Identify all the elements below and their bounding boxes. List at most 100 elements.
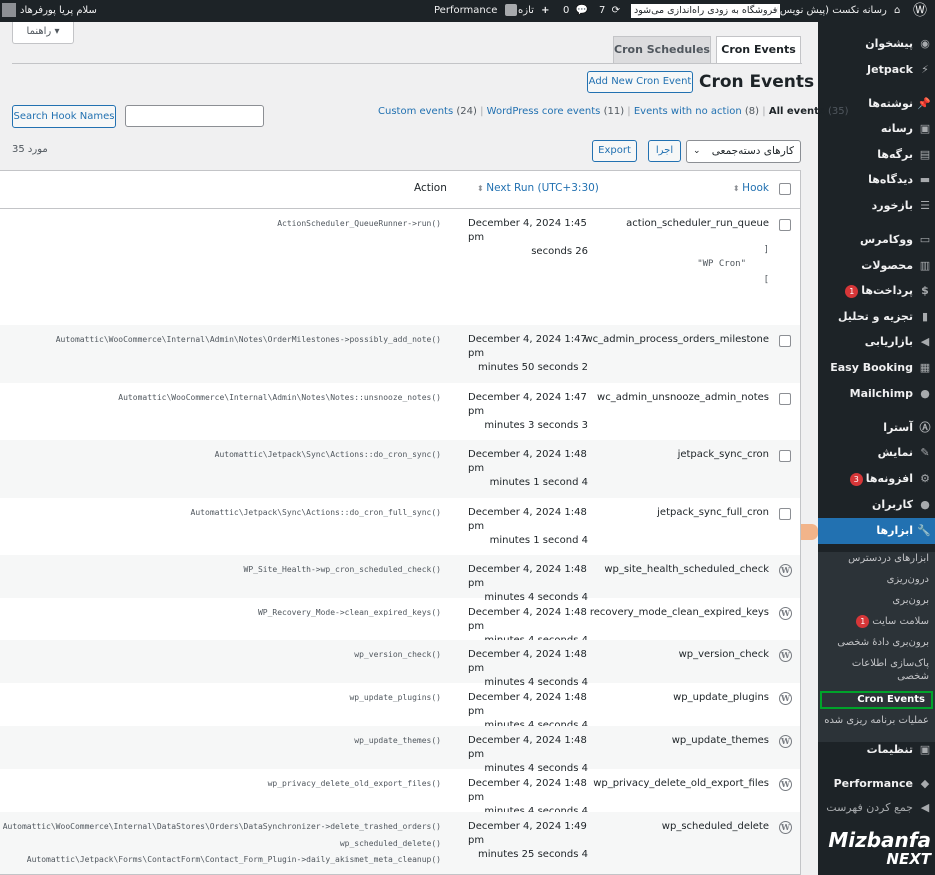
performance-label: Performance (434, 5, 498, 16)
hook-name: wp_update_themes (671, 735, 769, 746)
submenu-scheduled-actions[interactable]: عملیات برنامه ریزی شده (818, 714, 935, 727)
row-checkbox[interactable] (779, 219, 791, 231)
menu-item-users[interactable]: ● کاربران (818, 493, 935, 517)
select-all-checkbox[interactable] (779, 183, 791, 195)
next-run-date: December 4, 2024 1:48 pm (468, 692, 587, 717)
menu-item-marketing[interactable]: ◀ بازاریابی (818, 330, 935, 354)
next-run-date: December 4, 2024 1:48 pm (468, 649, 587, 674)
action-callback: Automattic\Jetpack\Forms\ContactForm\Con… (26, 855, 441, 864)
menu-item-products[interactable]: ▥ محصولات (818, 254, 935, 278)
table-row: wc_admin_process_orders_milestone Decembe… (0, 325, 800, 383)
filter-core-events[interactable]: WordPress core events (11) (487, 106, 624, 117)
submenu-import[interactable]: درون‌ریزی (818, 573, 935, 586)
submenu-export[interactable]: برون‌بری (818, 594, 935, 607)
page-title: Cron Events (699, 72, 815, 92)
next-run-date: December 4, 2024 1:48 pm (468, 778, 587, 803)
bulk-actions-select[interactable]: کارهای دسته‌جمعی ⌄ (686, 140, 801, 163)
action-callback: wp_update_themes() (354, 736, 441, 745)
table-row: Wwp_update_themes December 4, 2024 1:48 p… (0, 726, 800, 774)
wordpress-logo-icon[interactable]: Ⓦ (905, 0, 935, 22)
row-checkbox[interactable] (779, 335, 791, 347)
menu-item-jetpack[interactable]: ⚡ Jetpack (818, 58, 935, 82)
wordpress-core-icon: W (779, 564, 792, 577)
avatar (2, 3, 16, 17)
next-run-date: December 4, 2024 1:45 pm (468, 218, 587, 243)
column-next-run[interactable]: ⬍ Next Run (UTC+3:30) (477, 182, 599, 194)
action-callback: Automattic\Jetpack\Sync\Actions::do_cron… (190, 508, 441, 517)
tab-cron-events[interactable]: Cron Events (716, 36, 801, 64)
menu-item-tools[interactable]: 🔧 ابزارها (818, 518, 935, 544)
event-filters: Custom events (24) | WordPress core even… (378, 106, 849, 117)
wordpress-core-icon: W (779, 821, 792, 834)
updates-link[interactable]: 7 ⟳ (599, 0, 620, 22)
next-run-date: December 4, 2024 1:48 pm (468, 507, 587, 532)
add-new-cron-event-button[interactable]: Add New Cron Event (587, 71, 693, 93)
pin-icon: 📌 (917, 97, 931, 110)
filter-all-events[interactable]: All events (35) (769, 106, 849, 117)
admin-bar: سلام پریا پورفرهاد Performance تازه + 0 … (0, 0, 935, 22)
performance-link[interactable]: Performance (434, 0, 517, 22)
wordpress-core-icon: W (779, 692, 792, 705)
menu-item-woocommerce[interactable]: ▭ ووکامرس (818, 228, 935, 252)
coming-soon-notice[interactable]: فروشگاه به زودی راه‌اندازی می‌شود (631, 4, 781, 18)
submenu-available-tools[interactable]: ابزارهای دردسترس (818, 552, 935, 565)
action-callback: wp_version_check() (354, 650, 441, 659)
next-run: December 4, 2024 1:47 pm minutes 3 second… (468, 391, 588, 433)
menu-item-comments[interactable]: ▬ دیدگاه‌ها (818, 168, 935, 192)
row-checkbox[interactable] (779, 508, 791, 520)
submenu-erase-personal-data[interactable]: پاک‌سازی اطلاعات شخصی (825, 657, 935, 683)
submenu-site-health[interactable]: سلامت سایت1 (818, 615, 935, 628)
menu-item-analytics[interactable]: ▮ تجزیه و تحلیل (818, 305, 935, 329)
search-input[interactable] (125, 105, 264, 127)
menu-item-settings[interactable]: ▣ تنظیمات (818, 738, 935, 762)
export-button[interactable]: Export (592, 140, 637, 162)
filter-custom-events[interactable]: Custom events (24) (378, 106, 477, 117)
row-checkbox[interactable] (779, 450, 791, 462)
filter-no-action[interactable]: Events with no action (8) (634, 106, 759, 117)
plugins-badge: 3 (849, 473, 863, 486)
menu-item-feedback[interactable]: ☰ بازخورد (818, 194, 935, 218)
submenu-export-personal-data[interactable]: برون‌بری دادهٔ شخصی (818, 636, 935, 649)
dashboard-icon: ◉ (920, 37, 930, 50)
plugins-icon: ⚙ (920, 472, 930, 485)
site-name-link[interactable]: رسانه نکست (پیش نویس) ⌂ (776, 0, 900, 22)
mailchimp-icon: ● (920, 387, 930, 400)
menu-item-pages[interactable]: ▤ برگه‌ها (818, 143, 935, 167)
menu-item-performance[interactable]: ◆ Performance (818, 772, 935, 796)
action-callback: Automattic\WooCommerce\Internal\Admin\No… (55, 335, 441, 344)
action-callback: ActionScheduler_QueueRunner->run() (277, 219, 441, 228)
menu-item-payments[interactable]: $ پرداخت‌ها1 (818, 279, 935, 303)
tab-cron-schedules[interactable]: Cron Schedules (613, 36, 711, 64)
sort-icon: ⬍ (732, 184, 743, 193)
account-greeting[interactable]: سلام پریا پورفرهاد (2, 0, 97, 22)
help-tab-button[interactable]: راهنما ▾ (12, 22, 74, 44)
menu-item-appearance[interactable]: ✎ نمایش (818, 441, 935, 465)
new-content-link[interactable]: تازه + (518, 0, 549, 22)
site-health-badge: 1 (856, 615, 870, 628)
action-callback: wp_scheduled_delete() (339, 839, 441, 848)
menu-item-plugins[interactable]: ⚙ افزونه‌ها3 (818, 467, 935, 491)
users-icon: ● (920, 498, 930, 511)
menu-item-mailchimp[interactable]: ● Mailchimp (818, 382, 935, 406)
collapse-menu[interactable]: ◀ جمع کردن فهرست (818, 796, 935, 820)
submenu-cron-events[interactable]: Cron Events (820, 691, 933, 709)
row-checkbox[interactable] (779, 393, 791, 405)
comments-count: 0 (563, 5, 570, 16)
action-callback: WP_Site_Health->wp_cron_scheduled_check(… (243, 565, 441, 574)
table-row: Wwp_privacy_delete_old_export_files Decem… (0, 769, 800, 817)
apply-button[interactable]: اجرا (648, 140, 681, 162)
menu-item-media[interactable]: ▣ رسانه (818, 117, 935, 141)
tools-icon: 🔧 (917, 524, 931, 537)
comments-link[interactable]: 0 💬 (563, 0, 588, 22)
column-hook[interactable]: ⬍ Hook (733, 182, 769, 194)
hook-args: "WP Cron" (697, 259, 746, 269)
hook-name: wc_admin_process_orders_milestone (584, 334, 769, 345)
next-run-date: December 4, 2024 1:47 pm (468, 334, 587, 359)
next-run-date: December 4, 2024 1:48 pm (468, 735, 587, 760)
menu-item-astra[interactable]: Ⓐ آسترا (818, 416, 935, 440)
menu-item-easy-booking[interactable]: ▦ Easy Booking (818, 356, 935, 380)
wordpress-core-icon: W (779, 778, 792, 791)
table-row: Wwp_update_plugins December 4, 2024 1:48 … (0, 683, 800, 731)
search-hook-names-button[interactable]: Search Hook Names (12, 105, 116, 128)
menu-item-dashboard[interactable]: ◉ پیشخوان (818, 32, 935, 56)
